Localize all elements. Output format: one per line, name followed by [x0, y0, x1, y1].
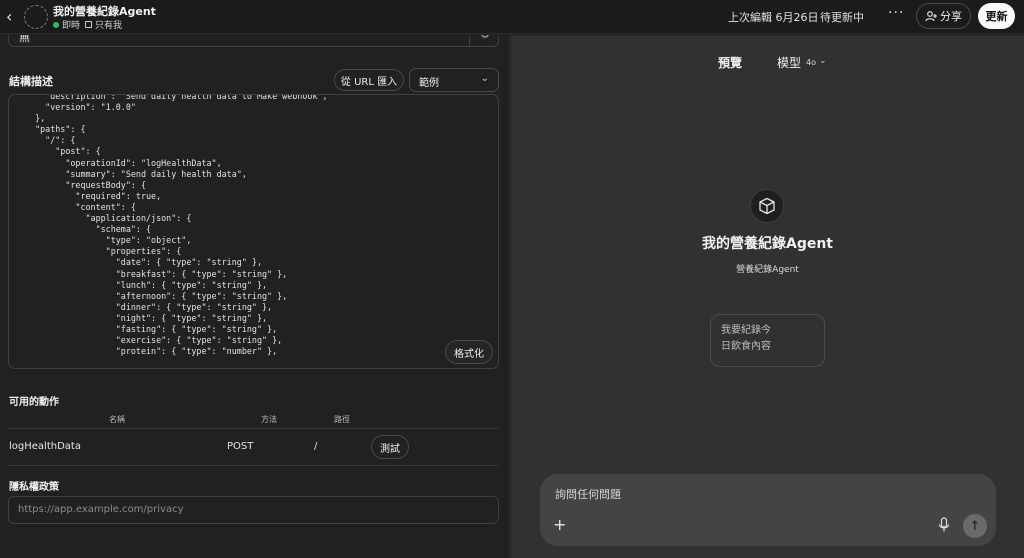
composer-input[interactable]: 詢問任何問題	[555, 486, 621, 502]
starter-line: 日飲食內容	[721, 341, 771, 352]
examples-label: 範例	[419, 78, 439, 89]
divider	[469, 35, 470, 46]
update-button[interactable]: 更新	[978, 3, 1015, 29]
chevron-down-icon[interactable]: ⌄	[819, 56, 827, 66]
format-button[interactable]: 格式化	[445, 340, 493, 364]
share-user-icon	[925, 11, 937, 22]
schema-code[interactable]: "description": "Send daily health data t…	[9, 95, 498, 357]
microphone-icon[interactable]	[938, 517, 950, 533]
send-arrow-icon[interactable]: ↑	[963, 514, 987, 538]
preview-agent-name: 我的營養紀錄Agent	[701, 236, 833, 252]
agent-title: 我的營養紀錄Agent	[53, 5, 156, 18]
status-text: 即時	[62, 21, 81, 31]
preview-panel: 預覽 模型 4o ⌄ 我的營養紀錄Agent 營養紀錄Agent 我要紀錄今 日…	[511, 35, 1024, 558]
more-options-icon[interactable]: ···	[888, 5, 904, 21]
share-label: 分享	[940, 10, 962, 23]
lock-icon	[85, 21, 93, 28]
column-header-method: 方法	[261, 415, 277, 424]
share-button[interactable]: 分享	[916, 3, 971, 29]
last-edited-text: 上次編輯 6月26日	[728, 11, 819, 24]
starter-line: 我要紀錄今	[721, 325, 771, 336]
examples-dropdown[interactable]: 範例 ⌄	[409, 68, 499, 92]
model-version[interactable]: 4o	[806, 58, 816, 67]
visibility-text: 只有我	[95, 21, 123, 31]
back-chevron-icon[interactable]: ‹	[6, 8, 20, 26]
top-bar: ‹ 我的營養紀錄Agent 即時 只有我 上次編輯 6月26日 待更新中 ···…	[0, 0, 1024, 34]
action-path: /	[314, 441, 318, 452]
authentication-select[interactable]: 無 ⚙	[8, 35, 499, 47]
action-name: logHealthData	[9, 441, 81, 452]
configure-panel: 無 ⚙ 結構描述 從 URL 匯入 範例 ⌄ "description": "S…	[0, 35, 510, 558]
agent-cube-icon	[750, 189, 784, 223]
message-composer[interactable]: 詢問任何問題 + ↑	[540, 474, 996, 546]
model-selector[interactable]: 模型	[777, 54, 801, 71]
divider	[8, 428, 499, 429]
pending-status: 待更新中	[820, 11, 864, 24]
privacy-policy-input[interactable]: https://app.example.com/privacy	[8, 496, 499, 524]
authentication-value: 無	[19, 35, 30, 44]
test-action-button[interactable]: 測試	[371, 435, 409, 459]
available-actions-label: 可用的動作	[9, 397, 59, 408]
privacy-policy-label: 隱私權政策	[9, 482, 59, 493]
preview-heading: 預覽	[718, 56, 743, 70]
schema-label: 結構描述	[9, 75, 53, 88]
preview-agent-description: 營養紀錄Agent	[736, 265, 799, 275]
agent-avatar[interactable]	[24, 5, 48, 29]
divider	[8, 465, 499, 466]
conversation-starter[interactable]: 我要紀錄今 日飲食內容	[710, 314, 825, 367]
column-header-name: 名稱	[109, 415, 125, 424]
import-from-url-button[interactable]: 從 URL 匯入	[334, 69, 404, 91]
schema-editor[interactable]: "description": "Send daily health data t…	[8, 94, 499, 369]
gear-icon[interactable]: ⚙	[480, 35, 490, 41]
agent-status: 即時 只有我	[53, 18, 122, 31]
chevron-down-icon: ⌄	[480, 73, 489, 84]
column-header-path: 路徑	[334, 415, 350, 424]
live-dot-icon	[53, 21, 59, 28]
action-method: POST	[227, 441, 254, 452]
plus-icon[interactable]: +	[553, 515, 566, 534]
